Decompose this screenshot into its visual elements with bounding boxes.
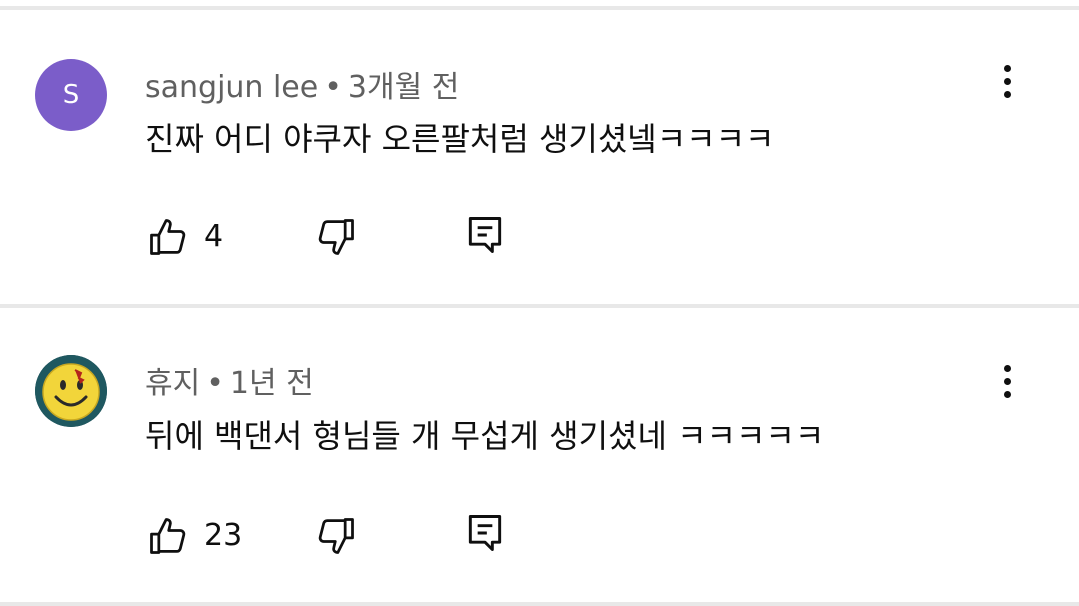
comment-time: 1년 전	[229, 366, 314, 401]
like-button[interactable]	[146, 215, 190, 259]
comment: 휴지 • 1년 전 뒤에 백댄서 형님들 개 무섭게 생기셨네 ㅋㅋㅋㅋㅋ 23	[0, 308, 1079, 602]
bottom-divider	[0, 602, 1079, 606]
like-count: 4	[204, 219, 224, 254]
comment-text: 진짜 어디 야쿠자 오른팔처럼 생기셨넼ㅋㅋㅋㅋ	[145, 120, 775, 158]
comment-text: 뒤에 백댄서 형님들 개 무섭게 생기셨네 ㅋㅋㅋㅋㅋ	[145, 417, 825, 455]
thumbs-down-icon	[318, 219, 354, 255]
reply-button[interactable]	[463, 511, 507, 555]
comment-meta: 휴지 • 1년 전	[145, 358, 314, 402]
dislike-button[interactable]	[314, 514, 358, 558]
more-vert-icon[interactable]	[992, 358, 1024, 406]
comment: S sangjun lee • 3개월 전 진짜 어디 야쿠자 오른팔처럼 생기셨넼…	[0, 10, 1079, 304]
author-name[interactable]: sangjun lee	[145, 70, 318, 105]
thumbs-up-icon	[150, 219, 186, 255]
like-button[interactable]	[146, 514, 190, 558]
reply-icon	[468, 217, 502, 253]
thumbs-down-icon	[318, 518, 354, 554]
avatar[interactable]	[35, 355, 107, 427]
thumbs-up-icon	[150, 518, 186, 554]
author-name[interactable]: 휴지	[145, 366, 200, 401]
like-count: 23	[204, 518, 243, 553]
smiley-badge-icon	[35, 355, 107, 427]
dislike-button[interactable]	[314, 215, 358, 259]
meta-separator: •	[206, 366, 224, 401]
avatar[interactable]: S	[35, 59, 107, 131]
meta-separator: •	[324, 70, 342, 105]
comment-time: 3개월 전	[347, 70, 460, 105]
comment-meta: sangjun lee • 3개월 전	[145, 62, 459, 106]
more-vert-icon[interactable]	[992, 58, 1024, 106]
reply-icon	[468, 515, 502, 551]
reply-button[interactable]	[463, 213, 507, 257]
